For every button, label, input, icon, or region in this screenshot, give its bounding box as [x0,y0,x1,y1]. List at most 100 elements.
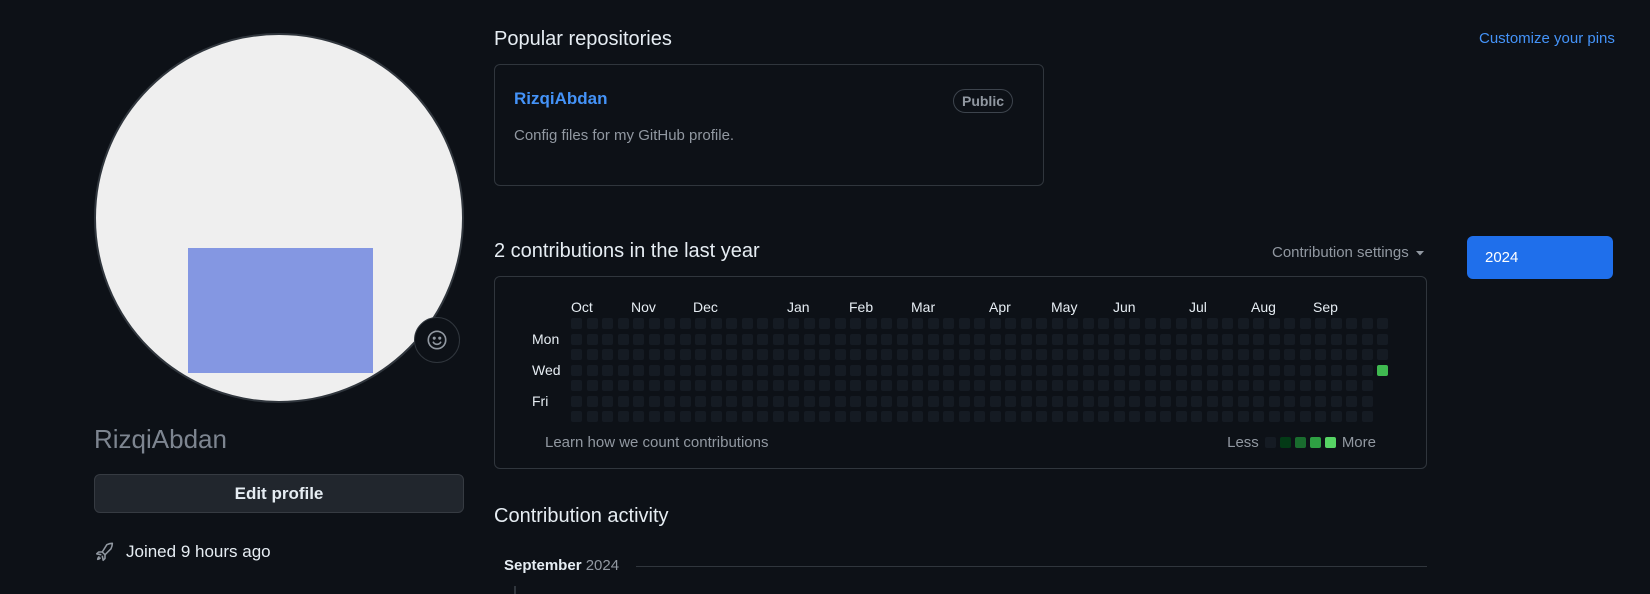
contribution-day[interactable] [1160,364,1171,376]
contribution-day[interactable] [881,364,892,376]
contribution-day[interactable] [1237,318,1249,329]
contribution-day[interactable] [1036,349,1047,360]
contribution-day[interactable] [1129,349,1140,360]
contribution-day[interactable] [1129,318,1140,329]
contribution-day[interactable] [1067,380,1078,391]
contribution-day[interactable] [1346,411,1357,422]
contribution-day[interactable] [726,333,737,345]
contribution-day[interactable] [1113,411,1125,422]
contribution-day[interactable] [850,333,861,345]
contribution-day[interactable] [788,349,799,360]
contribution-day[interactable] [989,380,1001,391]
contribution-day[interactable] [803,364,815,376]
contribution-day[interactable] [1346,333,1357,345]
contribution-day[interactable] [865,411,877,422]
contribution-day[interactable] [586,380,598,391]
contribution-day[interactable] [1284,318,1295,329]
contribution-day[interactable] [664,364,675,376]
contribution-day[interactable] [943,411,954,422]
contribution-day[interactable] [1222,349,1233,360]
contribution-day[interactable] [943,349,954,360]
contribution-day[interactable] [1113,349,1125,360]
contribution-day[interactable] [1129,333,1140,345]
contribution-day[interactable] [633,349,644,360]
contribution-day[interactable] [695,349,706,360]
contribution-day[interactable] [1206,411,1218,422]
contribution-day[interactable] [803,395,815,407]
contribution-day[interactable] [602,411,613,422]
contribution-day[interactable] [1361,318,1373,329]
contribution-day[interactable] [1191,333,1202,345]
contribution-day[interactable] [571,411,582,422]
contribution-day[interactable] [633,333,644,345]
contribution-day[interactable] [617,318,629,329]
contribution-day[interactable] [788,318,799,329]
contribution-day[interactable] [1268,411,1280,422]
contribution-day[interactable] [1067,364,1078,376]
contribution-day[interactable] [912,318,923,329]
contribution-day[interactable] [1268,349,1280,360]
contribution-day[interactable] [1299,395,1311,407]
contribution-day[interactable] [741,349,753,360]
contribution-day[interactable] [1191,380,1202,391]
contribution-day[interactable] [1098,364,1109,376]
contribution-day[interactable] [633,411,644,422]
contribution-day[interactable] [974,380,985,391]
contribution-day[interactable] [710,395,722,407]
contribution-day[interactable] [1284,380,1295,391]
contribution-day[interactable] [1067,349,1078,360]
contribution-day[interactable] [912,333,923,345]
contribution-day[interactable] [1237,349,1249,360]
contribution-day[interactable] [803,349,815,360]
contribution-day[interactable] [1051,318,1063,329]
contribution-day[interactable] [1160,411,1171,422]
contribution-day[interactable] [1377,318,1388,329]
contribution-day[interactable] [1253,333,1264,345]
contribution-day[interactable] [1206,349,1218,360]
contribution-day[interactable] [1284,349,1295,360]
contribution-day[interactable] [865,333,877,345]
contribution-day[interactable] [1113,395,1125,407]
contribution-day[interactable] [726,318,737,329]
contribution-day[interactable] [617,333,629,345]
contribution-day[interactable] [1036,411,1047,422]
contribution-day[interactable] [1222,318,1233,329]
contribution-day[interactable] [1268,395,1280,407]
contribution-day[interactable] [989,349,1001,360]
contribution-day[interactable] [958,318,970,329]
contribution-day[interactable] [617,411,629,422]
contribution-day[interactable] [1144,395,1156,407]
contribution-day[interactable] [803,333,815,345]
contribution-day[interactable] [1253,318,1264,329]
contribution-day[interactable] [1005,411,1016,422]
contribution-day[interactable] [819,364,830,376]
learn-contributions-link[interactable]: Learn how we count contributions [545,434,768,451]
set-status-button[interactable] [414,317,460,363]
contribution-day[interactable] [1315,380,1326,391]
contribution-day[interactable] [1020,395,1032,407]
contribution-day[interactable] [586,395,598,407]
contribution-day[interactable] [741,395,753,407]
contribution-day[interactable] [927,349,939,360]
contribution-day[interactable] [571,349,582,360]
contribution-day[interactable] [788,395,799,407]
contribution-day[interactable] [1315,395,1326,407]
contribution-day[interactable] [974,411,985,422]
contribution-day[interactable] [1253,380,1264,391]
contribution-day[interactable] [865,318,877,329]
contribution-day[interactable] [896,333,908,345]
contribution-day[interactable] [1144,318,1156,329]
contribution-day[interactable] [1098,349,1109,360]
contribution-day[interactable] [1175,349,1187,360]
contribution-day[interactable] [1098,411,1109,422]
contribution-day[interactable] [1268,333,1280,345]
contribution-day[interactable] [819,411,830,422]
contribution-day[interactable] [648,349,660,360]
contribution-day[interactable] [1361,333,1373,345]
contribution-day[interactable] [772,349,784,360]
contribution-day[interactable] [896,411,908,422]
contribution-day[interactable] [1175,364,1187,376]
contribution-day[interactable] [586,333,598,345]
contribution-day[interactable] [1330,411,1342,422]
contribution-day[interactable] [1284,411,1295,422]
